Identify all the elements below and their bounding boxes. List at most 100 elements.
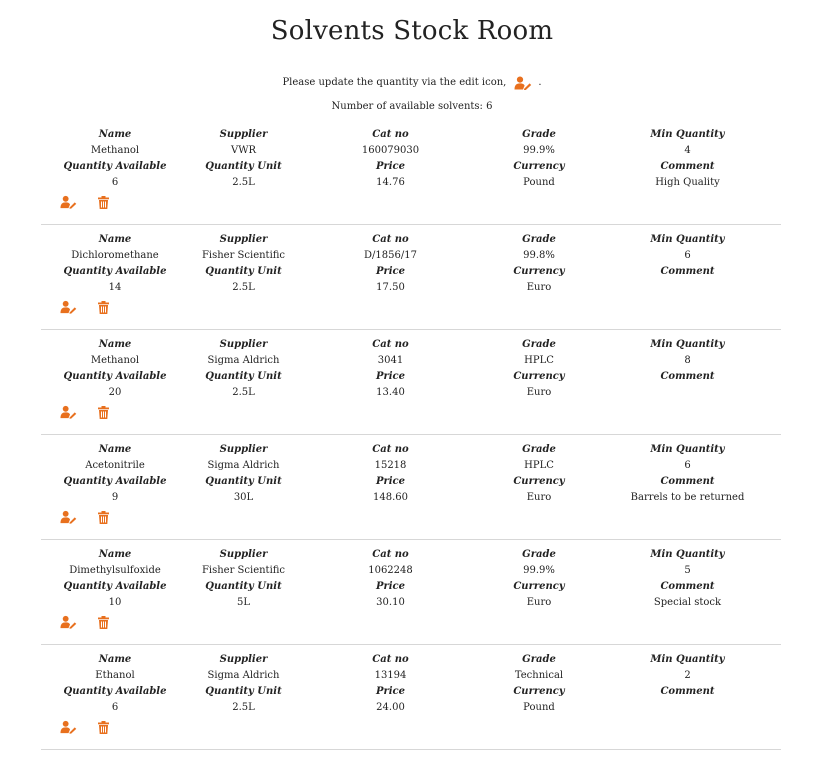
- min-quantity-value: 4: [684, 145, 691, 156]
- currency-value: Euro: [526, 282, 552, 293]
- instruction-line: Please update the quantity via the edit …: [0, 75, 824, 91]
- supplier-value: Sigma Aldrich: [207, 355, 280, 366]
- cat-no-value: 13194: [374, 670, 407, 681]
- quantity-unit-label: Quantity Unit: [205, 476, 282, 487]
- min-quantity-value: 6: [684, 460, 691, 471]
- delete-button[interactable]: [95, 405, 112, 420]
- quantity-unit-value: 2.5L: [232, 282, 255, 293]
- name-label: Name: [98, 339, 132, 350]
- comment-value: [614, 385, 761, 401]
- name-value: Dichloromethane: [71, 250, 159, 261]
- supplier-label: Supplier: [219, 339, 268, 350]
- card-value-row-2: 14 2.5L 17.50 Euro: [41, 280, 781, 296]
- currency-value: Pound: [523, 702, 555, 713]
- name-value: Ethanol: [95, 670, 135, 681]
- quantity-available-value: 6: [111, 177, 119, 188]
- min-quantity-value: 5: [684, 565, 691, 576]
- cat-no-label: Cat no: [372, 444, 409, 455]
- quantity-available-label: Quantity Available: [63, 476, 167, 487]
- card-header-row: Name Supplier Cat no Grade Min Quantity: [41, 435, 781, 458]
- card-header-row-2: Quantity Available Quantity Unit Price C…: [41, 579, 781, 595]
- cat-no-value: 3041: [377, 355, 404, 366]
- comment-value: [614, 280, 761, 296]
- min-quantity-value: 8: [684, 355, 691, 366]
- card-value-row: Methanol Sigma Aldrich 3041 HPLC 8: [41, 353, 781, 369]
- edit-button[interactable]: [60, 300, 77, 315]
- min-quantity-value: 2: [684, 670, 691, 681]
- currency-value: Pound: [523, 177, 555, 188]
- min-quantity-value: 6: [684, 250, 691, 261]
- card-actions: [60, 509, 112, 525]
- name-value: Methanol: [90, 355, 140, 366]
- card-header-row-2: Quantity Available Quantity Unit Price C…: [41, 684, 781, 700]
- grade-value: HPLC: [524, 355, 554, 366]
- card-header-row: Name Supplier Cat no Grade Min Quantity: [41, 645, 781, 668]
- solvent-card: Name Supplier Cat no Grade Min Quantity …: [41, 330, 781, 435]
- cat-no-label: Cat no: [372, 549, 409, 560]
- card-header-row: Name Supplier Cat no Grade Min Quantity: [41, 540, 781, 563]
- price-label: Price: [375, 266, 406, 277]
- quantity-available-label: Quantity Available: [63, 266, 167, 277]
- comment-value: High Quality: [655, 177, 720, 188]
- trash-icon: [98, 615, 109, 629]
- min-quantity-label: Min Quantity: [650, 549, 725, 560]
- supplier-value: VWR: [230, 145, 257, 156]
- comment-value: Barrels to be returned: [630, 492, 745, 503]
- delete-button[interactable]: [95, 300, 112, 315]
- user-edit-icon: [60, 720, 77, 734]
- comment-label: Comment: [660, 581, 715, 592]
- cat-no-label: Cat no: [372, 654, 409, 665]
- card-actions: [60, 194, 112, 210]
- delete-button[interactable]: [95, 720, 112, 735]
- delete-button[interactable]: [95, 615, 112, 630]
- name-label: Name: [98, 234, 132, 245]
- quantity-available-value: 10: [108, 597, 122, 608]
- card-value-row: Ethanol Sigma Aldrich 13194 Technical 2: [41, 668, 781, 684]
- min-quantity-label: Min Quantity: [650, 234, 725, 245]
- grade-value: Technical: [514, 670, 564, 681]
- card-value-row: Dimethylsulfoxide Fisher Scientific 1062…: [41, 563, 781, 579]
- comment-value: [614, 700, 761, 716]
- edit-button[interactable]: [60, 510, 77, 525]
- grade-value: 99.9%: [523, 145, 555, 156]
- user-edit-icon: [60, 405, 77, 419]
- name-label: Name: [98, 444, 132, 455]
- delete-button[interactable]: [95, 510, 112, 525]
- quantity-available-label: Quantity Available: [63, 161, 167, 172]
- comment-label: Comment: [660, 371, 715, 382]
- card-actions: [60, 299, 112, 315]
- name-value: Acetonitrile: [85, 460, 145, 471]
- name-label: Name: [98, 129, 132, 140]
- instruction-suffix: .: [538, 77, 542, 88]
- solvent-list: Name Supplier Cat no Grade Min Quantity …: [0, 120, 824, 750]
- currency-value: Euro: [526, 492, 552, 503]
- edit-button[interactable]: [60, 405, 77, 420]
- edit-button[interactable]: [60, 195, 77, 210]
- grade-value: 99.9%: [523, 565, 555, 576]
- delete-button[interactable]: [95, 195, 112, 210]
- edit-button[interactable]: [60, 615, 77, 630]
- name-label: Name: [98, 549, 132, 560]
- currency-label: Currency: [513, 371, 565, 382]
- card-header-row: Name Supplier Cat no Grade Min Quantity: [41, 120, 781, 143]
- currency-label: Currency: [513, 161, 565, 172]
- trash-icon: [98, 300, 109, 314]
- card-header-row-2: Quantity Available Quantity Unit Price C…: [41, 474, 781, 490]
- quantity-unit-value: 2.5L: [232, 177, 255, 188]
- supplier-label: Supplier: [219, 549, 268, 560]
- card-actions: [60, 404, 112, 420]
- currency-label: Currency: [513, 686, 565, 697]
- supplier-label: Supplier: [219, 444, 268, 455]
- edit-button[interactable]: [60, 720, 77, 735]
- cat-no-value: 160079030: [361, 145, 420, 156]
- instruction-text: Please update the quantity via the edit …: [282, 77, 507, 88]
- supplier-label: Supplier: [219, 129, 268, 140]
- quantity-unit-label: Quantity Unit: [205, 581, 282, 592]
- card-header-row-2: Quantity Available Quantity Unit Price C…: [41, 369, 781, 385]
- quantity-available-value: 9: [111, 492, 119, 503]
- card-header-row-2: Quantity Available Quantity Unit Price C…: [41, 159, 781, 175]
- user-edit-icon: [60, 195, 77, 209]
- cat-no-value: 15218: [374, 460, 407, 471]
- card-header-row: Name Supplier Cat no Grade Min Quantity: [41, 225, 781, 248]
- name-value: Methanol: [90, 145, 140, 156]
